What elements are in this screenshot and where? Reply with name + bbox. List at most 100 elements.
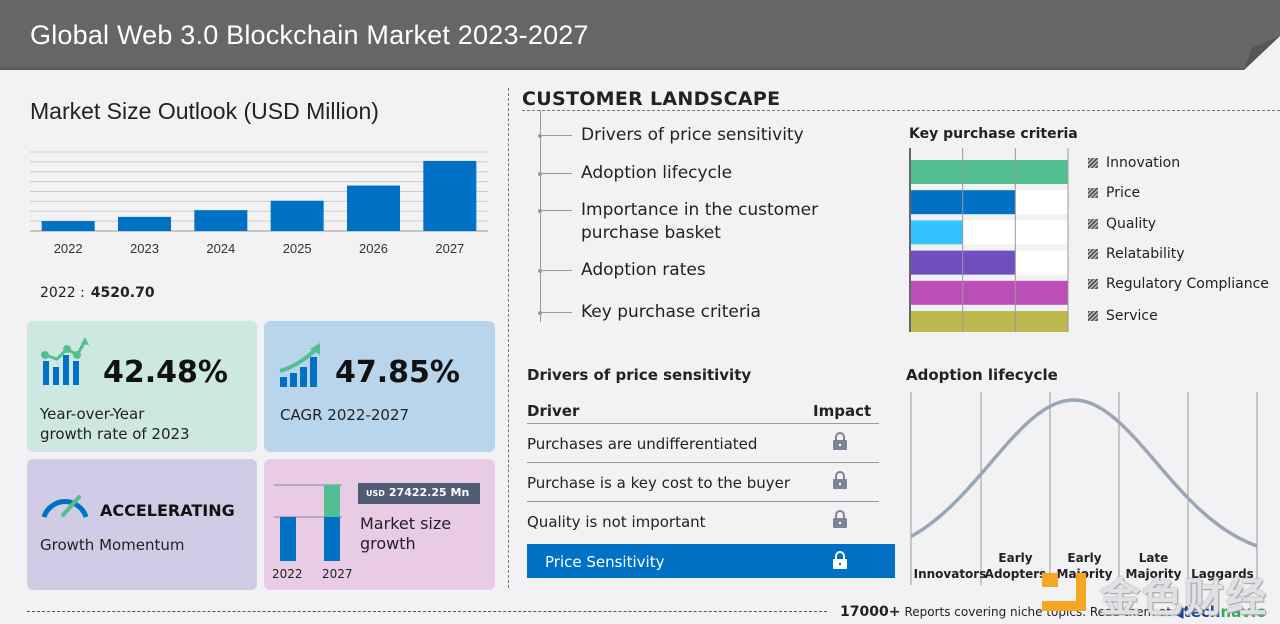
usd-growth-badge: USD 27422.25 Mn xyxy=(358,483,480,504)
market-growth-mini-chart xyxy=(274,484,342,561)
legend-item: Price xyxy=(1088,185,1140,201)
stage-label-line1: Late xyxy=(1139,551,1169,565)
base-year-value: 4520.70 xyxy=(90,285,155,301)
legend-label: Innovation xyxy=(1106,155,1181,171)
cagr-value: 47.85% xyxy=(335,355,460,390)
yoy-label-line2: growth rate of 2023 xyxy=(40,425,190,443)
summary-label: Price Sensitivity xyxy=(545,553,665,571)
landscape-item-label: Drivers of price sensitivity xyxy=(581,125,804,145)
legend-label: Relatability xyxy=(1106,246,1185,262)
market-outlook-title: Market Size Outlook (USD Million) xyxy=(30,98,379,124)
mini-bar-2027-base xyxy=(324,517,340,561)
landscape-item-purchase-basket[interactable]: Importance in the customer purchase bask… xyxy=(538,199,818,245)
stage-label-line2: Majority xyxy=(1126,567,1182,581)
adoption-bell-curve xyxy=(910,398,1258,548)
stage-label-line2: Innovators xyxy=(914,567,987,581)
momentum-value: ACCELERATING xyxy=(100,501,235,520)
legend-label: Regulatory Compliance xyxy=(1106,276,1269,292)
growth-label-line1: Market size xyxy=(360,514,452,533)
bar-2022 xyxy=(41,221,95,231)
lock-icon xyxy=(833,471,847,489)
driver-text: Quality is not important xyxy=(527,513,706,531)
mini-year-2022: 2022 xyxy=(272,567,303,581)
currency-label: USD xyxy=(366,489,385,498)
yoy-label: Year-over-Year growth rate of 2023 xyxy=(40,404,190,444)
landscape-item-adoption-rates[interactable]: Adoption rates xyxy=(538,259,706,282)
stage-label-line2: Laggards xyxy=(1191,567,1254,581)
hatch-swatch-icon xyxy=(1088,158,1098,168)
col-impact: Impact xyxy=(813,402,872,420)
kpc-bar-remainder xyxy=(1015,250,1068,275)
stage-label-line2: Adopters xyxy=(985,567,1047,581)
customer-landscape-title: CUSTOMER LANDSCAPE xyxy=(522,88,781,110)
speedometer-icon xyxy=(41,495,89,518)
bar-2024 xyxy=(194,210,248,231)
yoy-value: 42.48% xyxy=(103,355,228,390)
stage-label-line2: Majority xyxy=(1057,567,1113,581)
kpc-title: Key purchase criteria xyxy=(909,126,1078,142)
legend-label: Price xyxy=(1106,185,1141,201)
x-tick-label: 2022 xyxy=(54,241,83,256)
legend-item: Service xyxy=(1088,308,1158,324)
footer-text: Reports covering niche topics. Read them… xyxy=(904,605,1172,619)
driver-text: Purchases are undifferentiated xyxy=(527,435,758,453)
footer-note: 17000+ Reports covering niche topics. Rea… xyxy=(840,604,1171,620)
price-sensitivity-title: Drivers of price sensitivity xyxy=(527,366,752,384)
x-tick-label: 2024 xyxy=(206,241,235,256)
adoption-lifecycle-chart: Innovators Early Adopters Early Majority Late… xyxy=(910,392,1258,585)
x-tick-label: 2023 xyxy=(130,241,159,256)
market-size-growth-card: 2022 2027 USD 27422.25 Mn Market size gro… xyxy=(264,459,495,590)
mini-bar-2022 xyxy=(280,517,296,561)
kpc-bar-regulatory-compliance xyxy=(910,280,1068,305)
momentum-label: Growth Momentum xyxy=(40,536,185,554)
landscape-item-label: Adoption rates xyxy=(581,260,706,280)
x-tick-label: 2027 xyxy=(435,241,464,256)
landscape-item-label: Adoption lifecycle xyxy=(581,163,733,183)
bar-2023 xyxy=(118,216,171,231)
table-row: Purchase is a key cost to the buyer xyxy=(527,463,879,502)
kpc-bar-remainder xyxy=(1015,190,1068,215)
price-sensitivity-summary-row: Price Sensitivity xyxy=(527,544,895,578)
base-year-label: 2022 : xyxy=(40,285,85,301)
technavio-logo[interactable]: ◀technavio xyxy=(1172,603,1267,621)
table-row: Quality is not important xyxy=(527,502,879,541)
base-year-readout: 2022 : 4520.70 xyxy=(40,285,155,301)
yoy-label-line1: Year-over-Year xyxy=(40,405,145,423)
market-size-bar-chart: 2022 2023 2024 2025 2026 2027 xyxy=(30,151,488,256)
price-sensitivity-table: Driver Impact Purchases are undifferenti… xyxy=(527,400,879,541)
landscape-item-label: Key purchase criteria xyxy=(581,302,761,322)
legend-item: Quality xyxy=(1088,216,1156,232)
growth-chart-icon xyxy=(41,337,89,385)
growth-label-line2: growth xyxy=(360,534,416,553)
x-tick-label: 2025 xyxy=(283,241,312,256)
vertical-divider xyxy=(508,88,509,588)
legend-item: Innovation xyxy=(1088,155,1180,171)
landscape-item-key-purchase-criteria[interactable]: Key purchase criteria xyxy=(538,301,761,324)
hatch-swatch-icon xyxy=(1088,279,1098,289)
brand-part1: tech xyxy=(1183,603,1221,621)
bar-2025 xyxy=(270,200,324,231)
page-curl-icon xyxy=(1244,36,1280,70)
bar-2027 xyxy=(423,160,477,231)
legend-label: Service xyxy=(1106,308,1158,324)
table-header: Driver Impact xyxy=(527,400,879,424)
adoption-lifecycle-title: Adoption lifecycle xyxy=(906,366,1058,384)
mini-year-2027: 2027 xyxy=(322,567,353,581)
landscape-item-price-sensitivity[interactable]: Drivers of price sensitivity xyxy=(538,124,804,147)
yoy-growth-card: 42.48% Year-over-Year growth rate of 202… xyxy=(27,321,257,452)
brand-part2: navio xyxy=(1220,603,1267,621)
legend-label: Quality xyxy=(1106,216,1157,232)
cagr-label: CAGR 2022-2027 xyxy=(280,406,410,424)
page-title: Global Web 3.0 Blockchain Market 2023-20… xyxy=(30,20,589,50)
stage-label-line1: Early xyxy=(1067,551,1101,565)
landscape-rule xyxy=(522,110,1280,111)
cagr-card: 47.85% CAGR 2022-2027 xyxy=(264,321,495,452)
legend-item: Relatability xyxy=(1088,246,1185,262)
growth-momentum-card: ACCELERATING Growth Momentum xyxy=(27,459,257,590)
report-count: 17000+ xyxy=(840,604,901,620)
legend-item: Regulatory Compliance xyxy=(1088,276,1269,292)
landscape-item-label-line2: purchase basket xyxy=(581,223,721,243)
technavio-arrow-icon: ◀ xyxy=(1172,603,1184,621)
landscape-item-adoption-lifecycle[interactable]: Adoption lifecycle xyxy=(538,162,733,185)
stage-label-line1: Early xyxy=(998,551,1032,565)
